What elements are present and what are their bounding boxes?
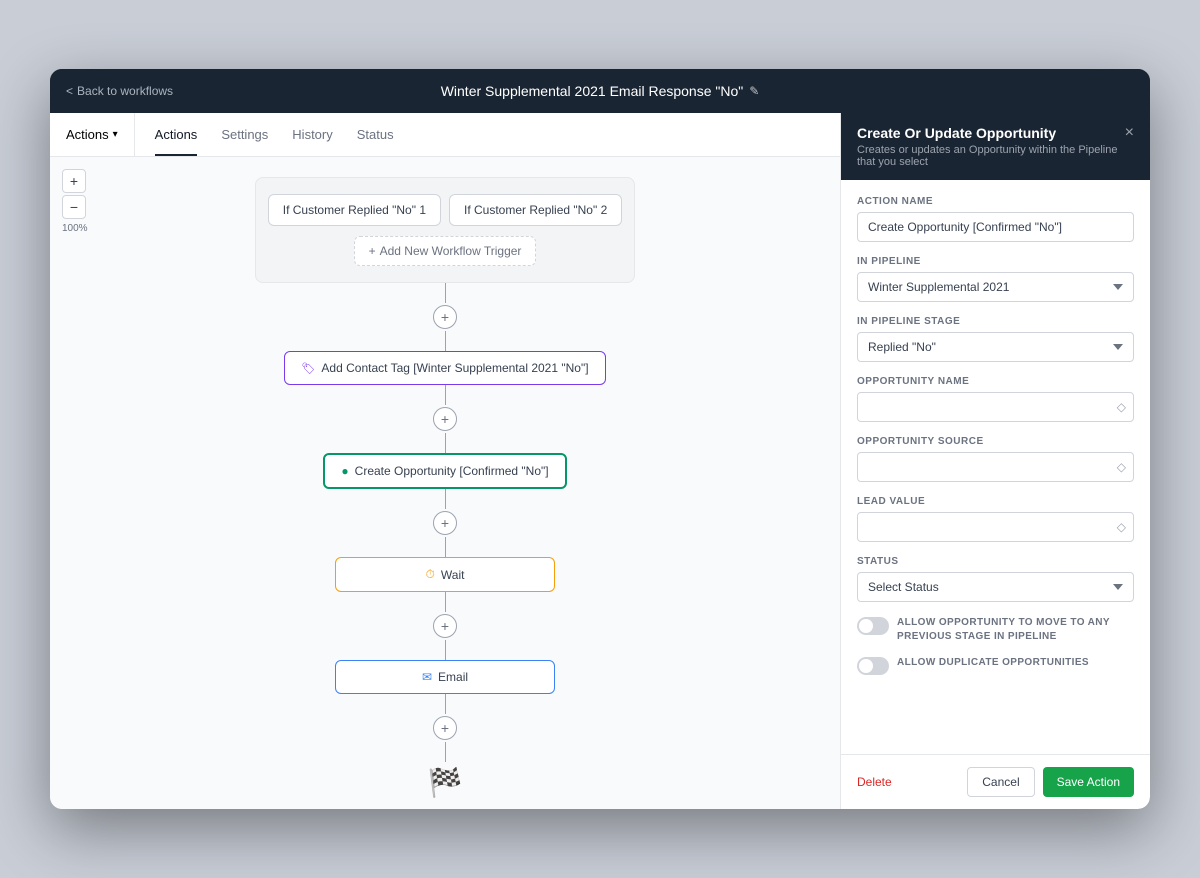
finish-flag: 🏁 bbox=[428, 766, 463, 799]
canvas-area: Actions ▾ Actions Settings History Statu… bbox=[50, 113, 840, 809]
workflow-canvas: If Customer Replied "No" 1 If Customer R… bbox=[50, 157, 840, 809]
top-bar: Back to workflows Winter Supplemental 20… bbox=[50, 69, 1150, 113]
trigger-node-1[interactable]: If Customer Replied "No" 1 bbox=[268, 194, 441, 226]
back-link[interactable]: Back to workflows bbox=[66, 84, 173, 98]
email-action-node[interactable]: ✉ Email bbox=[335, 660, 555, 694]
zoom-controls: + − 100% bbox=[62, 169, 88, 234]
lead-value-label: LEAD VALUE bbox=[857, 496, 1134, 507]
status-field: STATUS Select Status bbox=[857, 556, 1134, 602]
close-panel-button[interactable]: × bbox=[1125, 125, 1134, 141]
wait-action-node[interactable]: ⏱ Wait bbox=[335, 557, 555, 592]
in-pipeline-stage-field: IN PIPELINE STAGE Replied "No" bbox=[857, 316, 1134, 362]
opportunity-action-node[interactable]: ● Create Opportunity [Confirmed "No"] bbox=[323, 453, 566, 489]
opportunity-name-label: OPPORTUNITY NAME bbox=[857, 376, 1134, 387]
save-action-button[interactable]: Save Action bbox=[1043, 767, 1134, 797]
right-panel: Create Or Update Opportunity Creates or … bbox=[840, 113, 1150, 809]
tab-settings[interactable]: Settings bbox=[221, 113, 268, 156]
tabs: Actions Settings History Status bbox=[135, 113, 414, 156]
zoom-level: 100% bbox=[62, 223, 88, 234]
tab-actions[interactable]: Actions bbox=[155, 113, 198, 156]
add-action-button-3[interactable]: + bbox=[433, 511, 457, 535]
in-pipeline-stage-select[interactable]: Replied "No" bbox=[857, 332, 1134, 362]
add-action-button-2[interactable]: + bbox=[433, 407, 457, 431]
tag-action-node[interactable]: 🏷 Add Contact Tag [Winter Supplemental 2… bbox=[284, 351, 605, 385]
status-select[interactable]: Select Status bbox=[857, 572, 1134, 602]
lead-value-field: LEAD VALUE ◇ bbox=[857, 496, 1134, 542]
edit-title-icon[interactable]: ✎ bbox=[749, 84, 759, 98]
toggle-duplicate-toggle[interactable] bbox=[857, 657, 889, 675]
canvas-content: + − 100% If Customer Replied "No" 1 If C… bbox=[50, 157, 840, 809]
trigger-row: If Customer Replied "No" 1 If Customer R… bbox=[268, 194, 623, 226]
toggle-previous-stage-label: ALLOW OPPORTUNITY TO MOVE TO ANY PREVIOU… bbox=[897, 616, 1134, 644]
opportunity-name-field: OPPORTUNITY NAME ◇ bbox=[857, 376, 1134, 422]
panel-title: Create Or Update Opportunity bbox=[857, 125, 1125, 141]
trigger-container: If Customer Replied "No" 1 If Customer R… bbox=[255, 177, 635, 283]
actions-chevron-icon: ▾ bbox=[113, 129, 118, 140]
toggle-duplicate-label: ALLOW DUPLICATE OPPORTUNITIES bbox=[897, 656, 1089, 670]
tabs-bar: Actions ▾ Actions Settings History Statu… bbox=[50, 113, 840, 157]
cancel-button[interactable]: Cancel bbox=[967, 767, 1034, 797]
email-icon: ✉ bbox=[422, 670, 432, 684]
opportunity-source-input[interactable] bbox=[857, 452, 1134, 482]
action-name-label: ACTION NAME bbox=[857, 196, 1134, 207]
lead-value-icon: ◇ bbox=[1117, 520, 1126, 534]
zoom-in-button[interactable]: + bbox=[62, 169, 86, 193]
opportunity-icon: ● bbox=[341, 464, 348, 478]
add-action-button-4[interactable]: + bbox=[433, 614, 457, 638]
opportunity-name-icon: ◇ bbox=[1117, 400, 1126, 414]
zoom-out-button[interactable]: − bbox=[62, 195, 86, 219]
actions-dropdown[interactable]: Actions ▾ bbox=[50, 113, 135, 156]
main-area: Actions ▾ Actions Settings History Statu… bbox=[50, 113, 1150, 809]
in-pipeline-select[interactable]: Winter Supplemental 2021 bbox=[857, 272, 1134, 302]
opportunity-source-label: OPPORTUNITY SOURCE bbox=[857, 436, 1134, 447]
toggle-previous-stage: ALLOW OPPORTUNITY TO MOVE TO ANY PREVIOU… bbox=[857, 616, 1134, 644]
opportunity-source-icon: ◇ bbox=[1117, 460, 1126, 474]
add-trigger-button[interactable]: + Add New Workflow Trigger bbox=[354, 236, 537, 266]
lead-value-input[interactable] bbox=[857, 512, 1134, 542]
in-pipeline-field: IN PIPELINE Winter Supplemental 2021 bbox=[857, 256, 1134, 302]
panel-body: ACTION NAME IN PIPELINE Winter Supplemen… bbox=[841, 180, 1150, 754]
action-name-input[interactable] bbox=[857, 212, 1134, 242]
action-name-field: ACTION NAME bbox=[857, 196, 1134, 242]
add-action-button-5[interactable]: + bbox=[433, 716, 457, 740]
trigger-node-2[interactable]: If Customer Replied "No" 2 bbox=[449, 194, 622, 226]
tab-history[interactable]: History bbox=[292, 113, 332, 156]
tab-status[interactable]: Status bbox=[357, 113, 394, 156]
panel-footer: Delete Cancel Save Action bbox=[841, 754, 1150, 809]
opportunity-source-field: OPPORTUNITY SOURCE ◇ bbox=[857, 436, 1134, 482]
wait-icon: ⏱ bbox=[426, 567, 435, 582]
toggle-previous-stage-toggle[interactable] bbox=[857, 617, 889, 635]
panel-subtitle: Creates or updates an Opportunity within… bbox=[857, 144, 1125, 168]
opportunity-name-input[interactable] bbox=[857, 392, 1134, 422]
status-label: STATUS bbox=[857, 556, 1134, 567]
workflow-title: Winter Supplemental 2021 Email Response … bbox=[441, 83, 760, 99]
toggle-duplicate-opportunities: ALLOW DUPLICATE OPPORTUNITIES bbox=[857, 656, 1134, 675]
add-action-button-1[interactable]: + bbox=[433, 305, 457, 329]
panel-header: Create Or Update Opportunity Creates or … bbox=[841, 113, 1150, 180]
tag-icon: 🏷 bbox=[301, 362, 315, 375]
in-pipeline-stage-label: IN PIPELINE STAGE bbox=[857, 316, 1134, 327]
in-pipeline-label: IN PIPELINE bbox=[857, 256, 1134, 267]
delete-button[interactable]: Delete bbox=[857, 775, 892, 789]
